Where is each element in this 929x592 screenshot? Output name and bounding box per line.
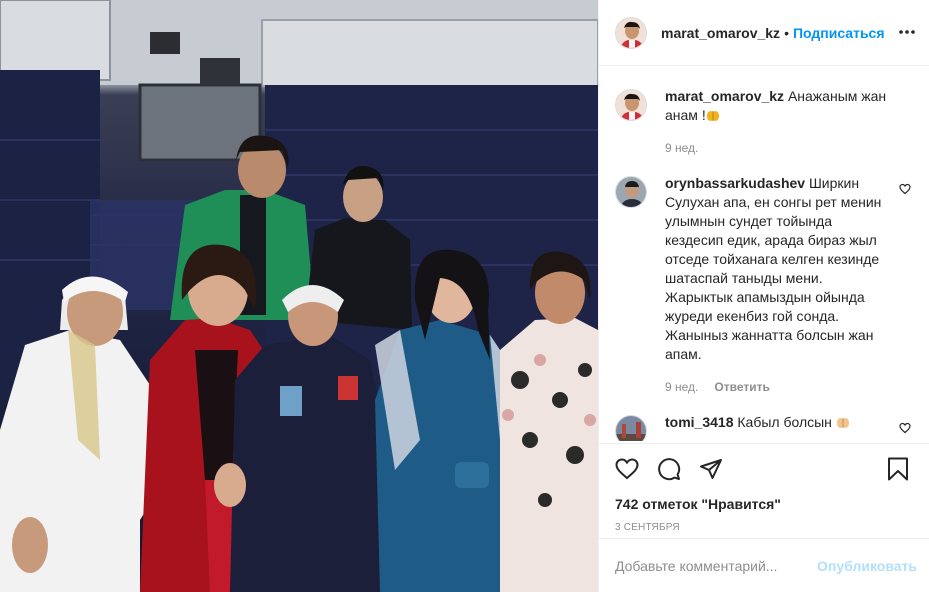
avatar[interactable] xyxy=(615,415,647,441)
instagram-post: marat_omarov_kz • Подписаться marat_omar… xyxy=(0,0,929,592)
comment-username[interactable]: orynbassarkudashev xyxy=(665,175,805,191)
author-username[interactable]: marat_omarov_kz xyxy=(661,25,780,41)
comment-like-heart-icon[interactable] xyxy=(899,421,913,435)
follow-button[interactable]: Подписаться xyxy=(793,25,885,41)
more-horizontal-icon[interactable] xyxy=(897,22,917,42)
heart-icon[interactable] xyxy=(615,456,641,482)
avatar[interactable] xyxy=(615,89,647,121)
comment-text: Ширкин Сулухан апа, ен сонгы рет менин у… xyxy=(665,175,882,362)
caption-meta: 9 нед. xyxy=(665,139,889,158)
comment-like-heart-icon[interactable] xyxy=(899,182,913,196)
add-comment-bar: Опубликовать xyxy=(599,538,929,592)
caption-time[interactable]: 9 нед. xyxy=(665,139,698,158)
hands-emoji-icon xyxy=(836,415,850,429)
comment-time[interactable]: 9 нед. xyxy=(665,378,698,397)
likes-count[interactable]: 742 отметок "Нравится" xyxy=(615,496,913,512)
comment-meta: 9 нед. Ответить xyxy=(665,378,889,397)
caption: marat_omarov_kz Анажаным жан анам ! 9 не… xyxy=(615,87,913,158)
reply-button[interactable]: Ответить xyxy=(714,378,769,397)
comment-icon[interactable] xyxy=(657,456,683,482)
avatar[interactable] xyxy=(615,176,647,208)
group-photo xyxy=(0,0,598,592)
bookmark-icon[interactable] xyxy=(887,456,913,482)
post-photo[interactable] xyxy=(0,0,598,592)
comment-text: Кабыл болсын xyxy=(737,414,832,430)
post-date[interactable]: 3 сентября xyxy=(615,522,913,533)
avatar[interactable] xyxy=(615,16,647,49)
publish-button[interactable]: Опубликовать xyxy=(817,558,917,574)
share-icon[interactable] xyxy=(699,456,725,482)
caption-username[interactable]: marat_omarov_kz xyxy=(665,88,784,104)
post-actions: 742 отметок "Нравится" 3 сентября xyxy=(599,443,929,539)
post-details-panel: marat_omarov_kz • Подписаться marat_omar… xyxy=(598,0,929,592)
comment-item: orynbassarkudashev Ширкин Сулухан апа, е… xyxy=(615,174,913,397)
comments-list[interactable]: marat_omarov_kz Анажаным жан анам ! 9 не… xyxy=(599,67,929,441)
comment-input[interactable] xyxy=(615,557,818,574)
comment-item: tomi_3418 Кабыл болсын xyxy=(615,413,913,441)
hands-emoji-icon xyxy=(706,108,720,122)
comment-username[interactable]: tomi_3418 xyxy=(665,414,733,430)
separator-dot: • xyxy=(784,24,789,41)
post-header: marat_omarov_kz • Подписаться xyxy=(599,0,929,66)
action-icons xyxy=(615,454,913,484)
